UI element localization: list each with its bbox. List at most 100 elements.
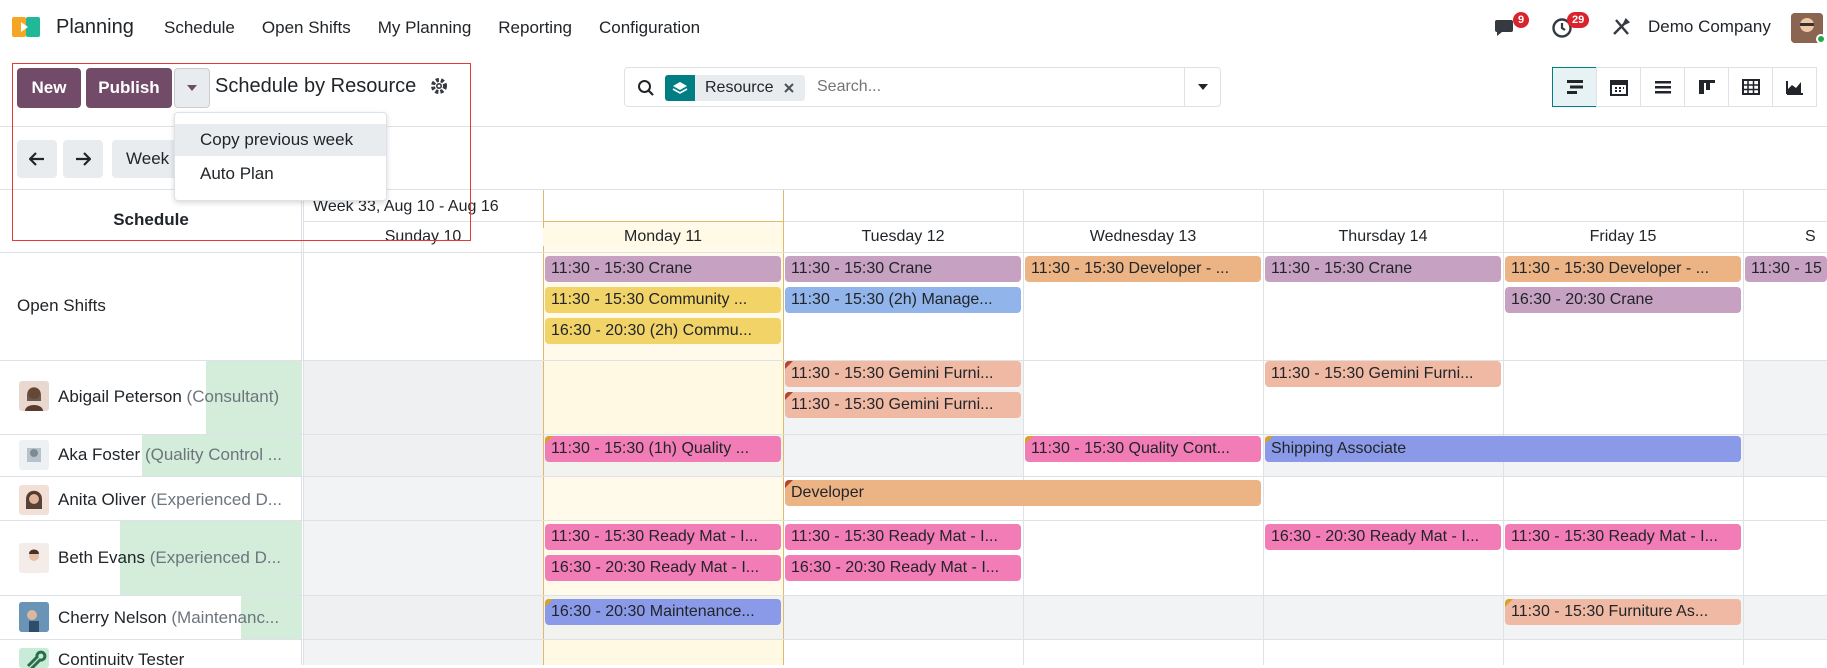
app-name[interactable]: Planning <box>56 16 134 39</box>
shift-pill[interactable]: 11:30 - 15:30 Gemini Furni... <box>785 392 1021 418</box>
row-role: (Quality Control ... <box>144 445 282 464</box>
calendar-view-button[interactable] <box>1596 67 1641 107</box>
day-header-monday: Monday 11 <box>543 228 783 246</box>
shift-pill[interactable]: 16:30 - 20:30 Crane <box>1505 287 1741 313</box>
column-monday <box>543 190 544 665</box>
layers-icon <box>665 75 695 101</box>
menu-my-planning[interactable]: My Planning <box>378 18 472 38</box>
shift-pill[interactable]: 11:30 - 15:30 Gemini Furni... <box>1265 361 1501 387</box>
pivot-view-button[interactable] <box>1728 67 1773 107</box>
row-name: Aka Foster <box>58 445 141 464</box>
shift-pill[interactable]: 16:30 - 20:30 Ready Mat - I... <box>545 555 781 581</box>
shift-pill[interactable]: 11:30 - 15:30 Quality Cont... <box>1025 436 1261 462</box>
gantt-view: Schedule Week 33, Aug 10 - Aug 16 Sunday… <box>0 190 1827 668</box>
row-open-shifts[interactable]: Open Shifts <box>17 296 297 316</box>
column-thursday <box>1263 190 1264 665</box>
shift-pill[interactable]: 11:30 - 15:30 Ready Mat - I... <box>785 524 1021 550</box>
shift-pill[interactable]: 16:30 - 20:30 Ready Mat - I... <box>1265 524 1501 550</box>
shift-pill[interactable]: 11:30 - 15:30 Ready Mat - I... <box>545 524 781 550</box>
shift-pill[interactable]: 11:30 - 15:30 Crane <box>545 256 781 282</box>
row-divider <box>0 252 1827 253</box>
row-cell <box>1503 360 1743 434</box>
row-name: Open Shifts <box>17 296 106 315</box>
copy-previous-week-item[interactable]: Copy previous week <box>175 124 386 156</box>
day-header-sunday: Sunday 10 <box>384 228 462 245</box>
gear-icon[interactable] <box>430 77 448 95</box>
avatar <box>19 543 49 573</box>
search-facet-resource[interactable]: Resource <box>665 75 806 101</box>
calendar-icon <box>1609 80 1628 96</box>
menu-configuration[interactable]: Configuration <box>599 18 700 38</box>
shift-pill[interactable]: 11:30 - 15:30 Crane <box>1265 256 1501 282</box>
column-wednesday <box>1023 190 1024 665</box>
shift-pill[interactable]: 11:30 - 15:30 Developer - ... <box>1505 256 1741 282</box>
row-anita-oliver[interactable]: Anita Oliver (Experienced D... <box>58 490 300 510</box>
planning-app-logo[interactable] <box>12 13 48 41</box>
shift-pill[interactable]: 11:30 - 15:30 Crane <box>785 256 1021 282</box>
search-icon <box>638 80 654 96</box>
table-icon <box>1741 79 1760 95</box>
new-button[interactable]: New <box>17 68 81 108</box>
avatar <box>19 440 49 470</box>
gantt-view-button[interactable] <box>1552 67 1597 107</box>
shift-pill[interactable]: 16:30 - 20:30 Ready Mat - I... <box>785 555 1021 581</box>
caret-down-icon <box>187 85 197 91</box>
wrench-icon <box>19 648 49 668</box>
shift-pill[interactable]: 11:30 - 15:30 Furniture As... <box>1505 599 1741 625</box>
warning-corner <box>785 361 793 369</box>
search-options-toggle[interactable] <box>1184 68 1220 106</box>
row-divider <box>0 476 1827 477</box>
area-chart-icon <box>1785 81 1803 95</box>
row-name: Continuity Tester <box>58 650 185 665</box>
search-input[interactable] <box>817 78 1177 96</box>
shift-pill[interactable]: 16:30 - 20:30 Maintenance... <box>545 599 781 625</box>
arrow-right-icon <box>76 152 91 166</box>
caret-down-icon <box>1197 84 1208 90</box>
shift-pill[interactable]: 16:30 - 20:30 (2h) Commu... <box>545 318 781 344</box>
menu-open-shifts[interactable]: Open Shifts <box>262 18 351 38</box>
search-bar[interactable]: Resource <box>624 67 1221 107</box>
row-beth-evans[interactable]: Beth Evans (Experienced D... <box>58 548 300 568</box>
auto-plan-item[interactable]: Auto Plan <box>175 158 386 190</box>
shift-pill[interactable]: Shipping Associate <box>1265 436 1741 462</box>
menu-reporting[interactable]: Reporting <box>498 18 572 38</box>
today-cell <box>543 360 783 434</box>
shift-label: Shipping Associate <box>1271 440 1407 457</box>
row-name: Cherry Nelson <box>58 608 167 627</box>
actions-dropdown-menu: Copy previous week Auto Plan <box>174 112 387 201</box>
shift-pill[interactable]: 11:30 - 15:30 (1h) Quality ... <box>545 436 781 462</box>
shift-label: 11:30 - 15:30 (1h) Quality ... <box>551 440 750 457</box>
kanban-view-button[interactable] <box>1684 67 1729 107</box>
actions-dropdown-toggle[interactable] <box>174 68 210 108</box>
company-switcher[interactable]: Demo Company <box>1648 17 1771 37</box>
gantt-icon <box>1566 80 1583 94</box>
row-aka-foster[interactable]: Aka Foster (Quality Control ... <box>58 445 298 465</box>
activities-badge: 29 <box>1567 12 1590 28</box>
shift-pill[interactable]: 11:30 - 15:30 Community ... <box>545 287 781 313</box>
list-view-button[interactable] <box>1640 67 1685 107</box>
avatar <box>19 485 49 515</box>
row-continuity-tester[interactable]: Continuity Tester <box>58 650 298 665</box>
shift-pill[interactable]: 11:30 - 15:30 Gemini Furni... <box>785 361 1021 387</box>
shift-pill[interactable]: 11:30 - 15:30 Ready Mat - I... <box>1505 524 1741 550</box>
day-header-saturday: S <box>1805 228 1816 245</box>
day-header-tuesday: Tuesday 12 <box>861 228 945 245</box>
graph-view-button[interactable] <box>1772 67 1817 107</box>
shift-pill[interactable]: 11:30 - 15 <box>1745 256 1827 282</box>
row-name: Abigail Peterson <box>58 387 182 406</box>
row-role: (Maintenanc... <box>171 608 280 627</box>
column-tuesday <box>783 190 784 665</box>
shift-pill[interactable]: 11:30 - 15:30 Developer - ... <box>1025 256 1261 282</box>
row-cherry-nelson[interactable]: Cherry Nelson (Maintenanc... <box>58 608 298 628</box>
close-icon[interactable] <box>783 82 795 94</box>
shift-pill[interactable]: Developer <box>785 480 1261 506</box>
today-top-border <box>543 221 783 222</box>
menu-schedule[interactable]: Schedule <box>164 18 235 38</box>
warning-corner <box>785 480 793 488</box>
tools-icon[interactable] <box>1611 17 1631 37</box>
next-button[interactable] <box>63 140 103 178</box>
previous-button[interactable] <box>17 140 57 178</box>
shift-pill[interactable]: 11:30 - 15:30 (2h) Manage... <box>785 287 1021 313</box>
publish-button[interactable]: Publish <box>86 68 172 108</box>
row-abigail-peterson[interactable]: Abigail Peterson (Consultant) <box>58 387 300 407</box>
